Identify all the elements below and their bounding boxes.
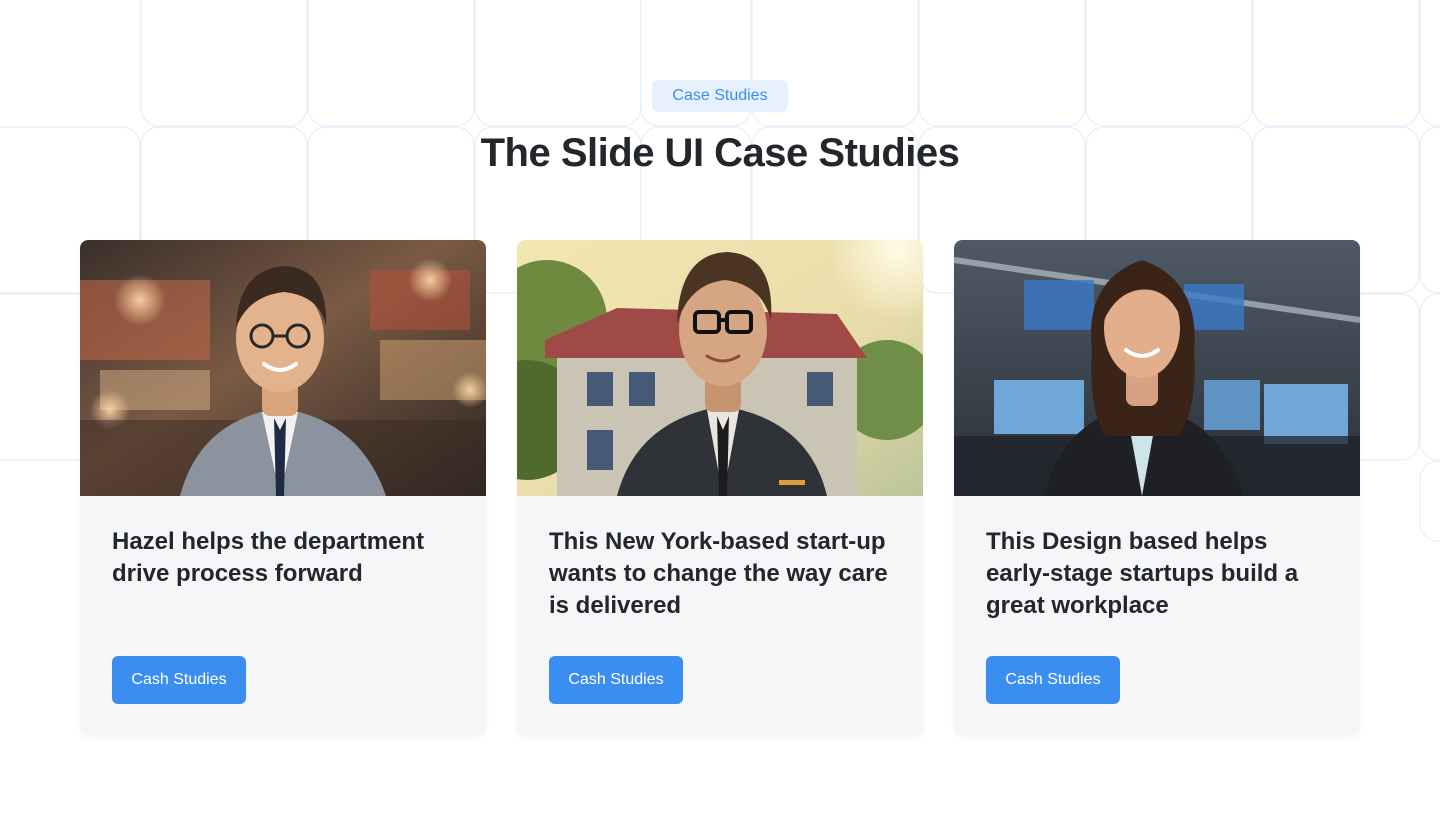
case-study-button[interactable]: Cash Studies bbox=[549, 656, 683, 704]
case-study-card: Hazel helps the department drive process… bbox=[80, 240, 486, 736]
case-study-description: This New York-based start-up wants to ch… bbox=[549, 528, 888, 619]
page-title: The Slide UI Case Studies bbox=[480, 131, 960, 175]
case-study-photo bbox=[80, 240, 486, 496]
case-study-photo bbox=[517, 240, 923, 496]
case-study-description: This Design based helps early-stage star… bbox=[986, 528, 1299, 619]
case-study-description: Hazel helps the department drive process… bbox=[112, 528, 425, 587]
case-study-card: This Design based helps early-stage star… bbox=[954, 240, 1360, 736]
case-study-button[interactable]: Cash Studies bbox=[112, 656, 246, 704]
case-study-button[interactable]: Cash Studies bbox=[986, 656, 1120, 704]
case-study-cards: Hazel helps the department drive process… bbox=[80, 240, 1360, 736]
section-eyebrow-badge: Case Studies bbox=[652, 80, 788, 112]
case-study-photo bbox=[954, 240, 1360, 496]
case-study-card: This New York-based start-up wants to ch… bbox=[517, 240, 923, 736]
